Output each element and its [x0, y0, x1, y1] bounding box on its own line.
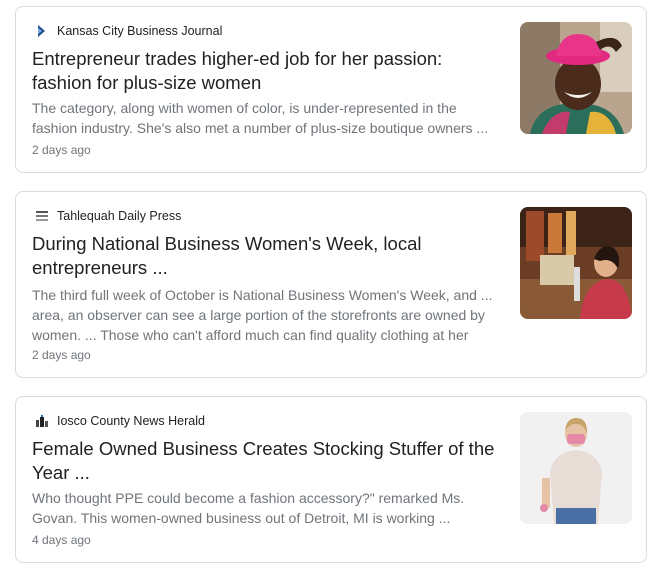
news-source: Tahlequah Daily Press — [35, 208, 181, 224]
headline-link[interactable]: During National Business Women's Week, l… — [32, 232, 502, 280]
news-source: Kansas City Business Journal — [35, 23, 222, 39]
news-card[interactable]: Iosco County News Herald Female Owned Bu… — [15, 396, 647, 563]
woman-face-mask-photo[interactable] — [520, 412, 632, 524]
news-herald-logo-icon — [35, 414, 49, 428]
timestamp: 2 days ago — [32, 348, 91, 362]
headline-link[interactable]: Female Owned Business Creates Stocking S… — [32, 437, 502, 485]
source-name: Iosco County News Herald — [57, 414, 205, 428]
news-card[interactable]: Kansas City Business Journal Entrepreneu… — [15, 6, 647, 173]
timestamp: 4 days ago — [32, 533, 91, 547]
snippet: The third full week of October is Nation… — [32, 287, 493, 343]
timestamp: 2 days ago — [32, 143, 91, 157]
snippet: Who thought PPE could become a fashion a… — [32, 490, 465, 526]
kcbj-logo-icon — [35, 24, 49, 38]
news-source: Iosco County News Herald — [35, 413, 205, 429]
source-name: Tahlequah Daily Press — [57, 209, 182, 223]
woman-pink-hat-photo[interactable] — [520, 22, 632, 134]
source-name: Kansas City Business Journal — [57, 24, 223, 38]
news-card[interactable]: Tahlequah Daily Press During National Bu… — [15, 191, 647, 378]
shop-owner-photo[interactable] — [520, 207, 632, 319]
headline-link[interactable]: Entrepreneur trades higher-ed job for he… — [32, 47, 502, 95]
daily-press-logo-icon — [35, 209, 49, 223]
snippet: The category, along with women of color,… — [32, 100, 489, 136]
